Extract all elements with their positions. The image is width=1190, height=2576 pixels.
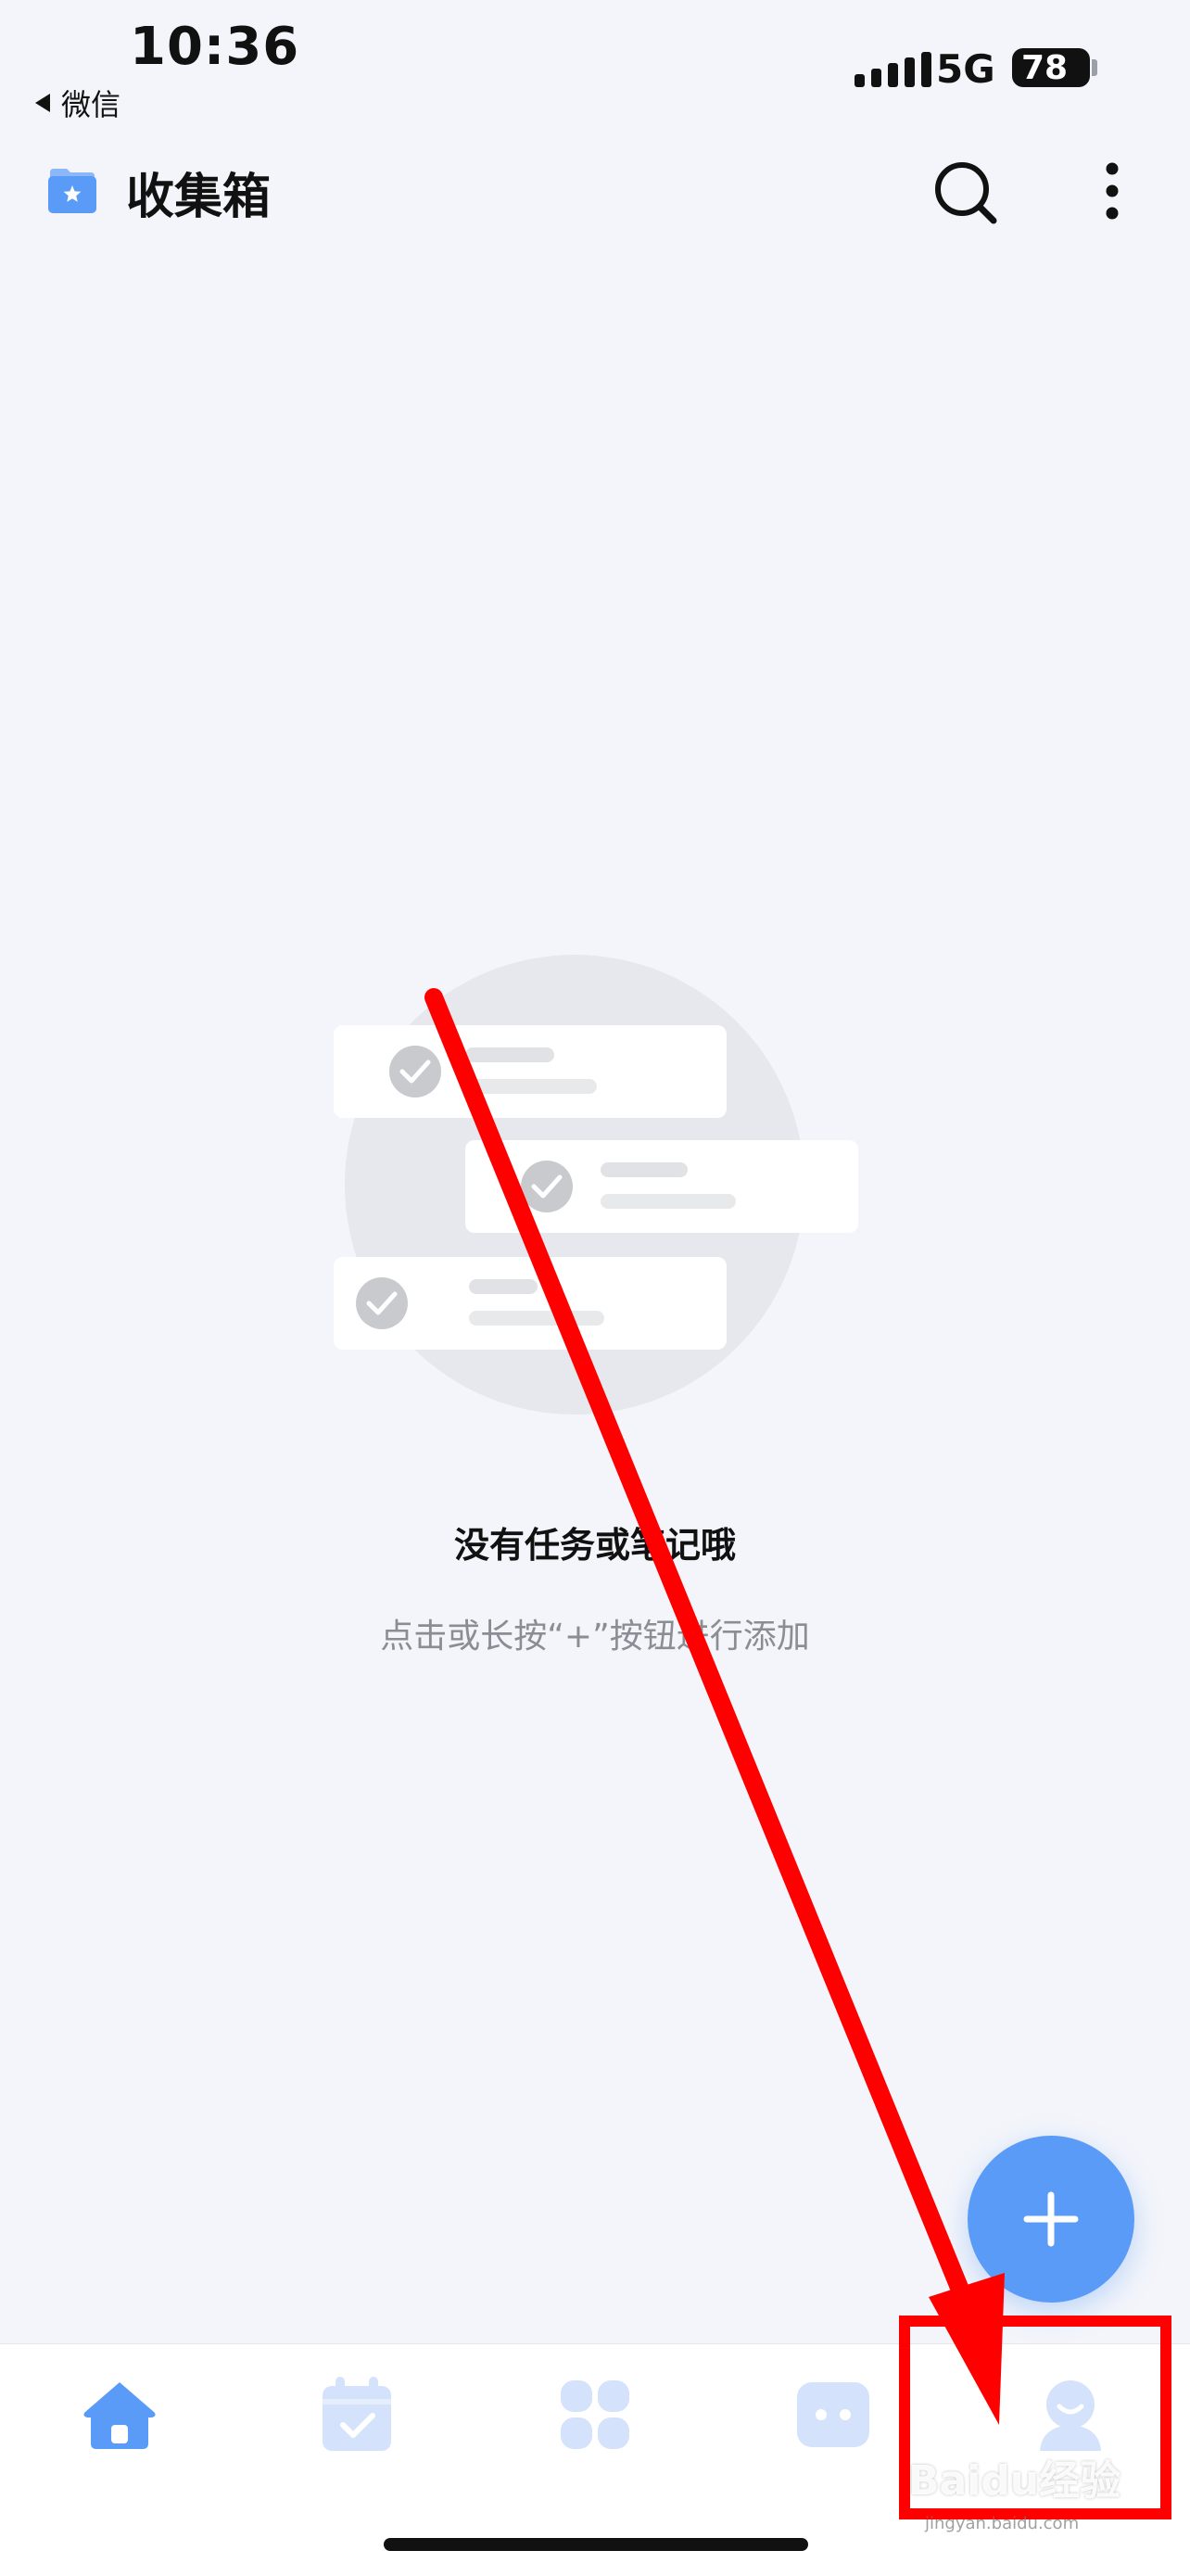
watermark-url: jingyan.baidu.com <box>925 2514 1080 2533</box>
home-icon <box>83 2382 156 2449</box>
calendar-check-icon <box>323 2377 391 2451</box>
battery-icon: 78 <box>1012 48 1090 87</box>
watermark: Baidu经验 <box>908 2457 1121 2505</box>
search-button[interactable] <box>930 158 1001 228</box>
page-title: 收集箱 <box>126 170 272 225</box>
empty-state-title: 没有任务或笔记哦 <box>453 1525 736 1566</box>
home-indicator <box>384 2538 808 2551</box>
back-to-app[interactable]: 微信 <box>33 82 120 124</box>
battery-level: 78 <box>1021 48 1069 87</box>
empty-illustration <box>324 955 880 1418</box>
chat-bubble-icon <box>797 2382 869 2447</box>
tab-apps[interactable] <box>553 2373 637 2456</box>
battery-tip <box>1092 59 1097 76</box>
status-time: 10:36 <box>130 17 300 77</box>
apps-grid-icon <box>561 2380 629 2449</box>
inbox-folder-star-icon <box>46 167 98 215</box>
tab-messages[interactable] <box>791 2373 875 2456</box>
add-button[interactable] <box>968 2136 1134 2303</box>
more-vertical-icon <box>1106 162 1119 220</box>
search-icon <box>935 162 997 224</box>
back-triangle-icon <box>33 85 52 121</box>
network-type: 5G <box>936 46 995 92</box>
back-app-label: 微信 <box>61 87 121 122</box>
signal-strength-icon <box>855 52 931 87</box>
tab-calendar[interactable] <box>315 2373 399 2456</box>
tab-home[interactable] <box>78 2373 161 2456</box>
plus-icon <box>1023 2191 1079 2247</box>
empty-state-subtitle: 点击或长按“+”按钮进行添加 <box>380 1618 810 1656</box>
more-options-button[interactable] <box>1094 159 1131 224</box>
